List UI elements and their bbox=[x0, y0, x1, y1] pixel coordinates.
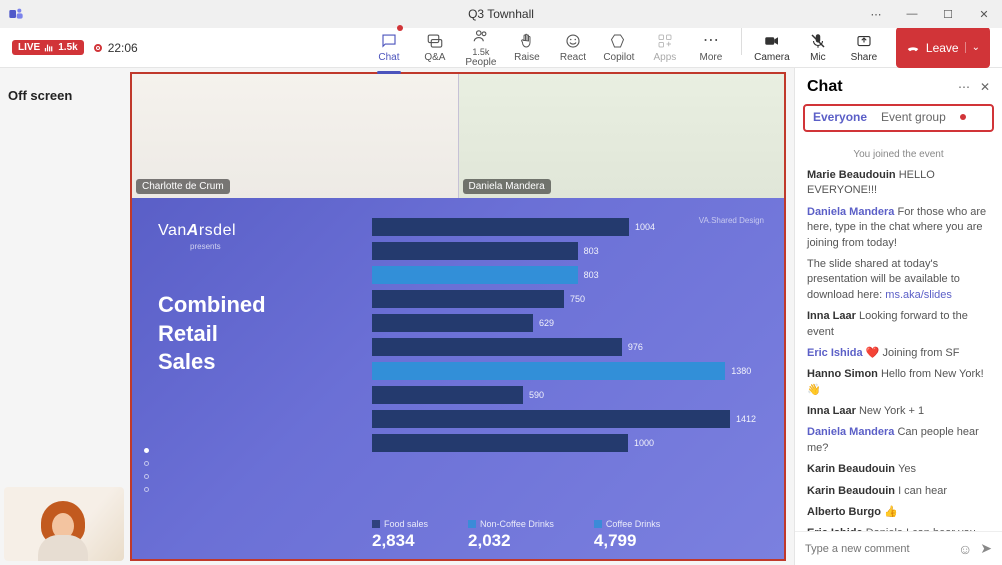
hand-icon bbox=[518, 32, 536, 50]
copilot-button[interactable]: Copilot bbox=[597, 27, 641, 68]
share-icon bbox=[855, 32, 873, 50]
chat-input[interactable] bbox=[805, 543, 950, 555]
chat-badge-icon bbox=[397, 25, 403, 31]
window-controls: ⋯ — ☐ ✕ bbox=[858, 0, 1002, 28]
leave-chevron-icon[interactable]: ⌄ bbox=[965, 42, 980, 53]
chat-input-row: ☺ ➤ bbox=[795, 531, 1002, 565]
hangup-icon bbox=[906, 41, 920, 55]
participant-name: Daniela Mandera bbox=[463, 179, 551, 194]
emoji-icon[interactable]: ☺ bbox=[958, 541, 972, 557]
camera-icon bbox=[763, 32, 781, 50]
live-badge: LIVE 1.5k bbox=[12, 40, 84, 55]
offscreen-label: Off screen bbox=[8, 88, 122, 103]
smile-icon bbox=[564, 32, 582, 50]
teams-logo-icon bbox=[8, 6, 24, 22]
chat-panel: Chat ⋯ ✕ Everyone Event group You joined… bbox=[794, 68, 1002, 565]
chat-title: Chat bbox=[807, 78, 958, 96]
send-icon[interactable]: ➤ bbox=[980, 540, 992, 557]
qa-icon bbox=[426, 32, 444, 50]
recording-icon bbox=[94, 44, 102, 52]
participant-video[interactable]: Charlotte de Crum bbox=[132, 74, 458, 198]
more-button[interactable]: ⋯ More bbox=[689, 27, 733, 68]
more-window-icon[interactable]: ⋯ bbox=[858, 0, 894, 28]
chat-toolbar-button[interactable]: Chat bbox=[367, 27, 411, 68]
chat-tab-event-group[interactable]: Event group bbox=[881, 110, 946, 124]
people-icon bbox=[472, 27, 490, 45]
raise-hand-button[interactable]: Raise bbox=[505, 27, 549, 68]
unread-dot-icon bbox=[960, 114, 966, 120]
mic-button[interactable]: Mic bbox=[796, 27, 840, 68]
people-toolbar-button[interactable]: 1.5k People bbox=[459, 27, 503, 68]
chat-close-icon[interactable]: ✕ bbox=[980, 80, 990, 94]
chat-more-icon[interactable]: ⋯ bbox=[958, 80, 970, 94]
apps-icon bbox=[656, 32, 674, 50]
chat-tabs-highlight: Everyone Event group bbox=[803, 104, 994, 132]
close-icon[interactable]: ✕ bbox=[966, 0, 1002, 28]
chat-tab-everyone[interactable]: Everyone bbox=[813, 110, 867, 124]
window-title: Q3 Townhall bbox=[468, 7, 534, 21]
main-stage: Charlotte de Crum Daniela Mandera VanArs… bbox=[130, 68, 794, 565]
chat-icon bbox=[380, 32, 398, 50]
chat-messages[interactable]: You joined the eventMarie Beaudouin HELL… bbox=[795, 138, 1002, 531]
participant-video[interactable]: Daniela Mandera bbox=[459, 74, 785, 198]
copilot-icon bbox=[610, 32, 628, 50]
participant-name: Charlotte de Crum bbox=[136, 179, 230, 194]
offscreen-panel: Off screen bbox=[0, 68, 130, 565]
react-button[interactable]: React bbox=[551, 27, 595, 68]
toolbar-divider bbox=[741, 27, 742, 55]
recording-time: 22:06 bbox=[108, 41, 138, 55]
more-icon: ⋯ bbox=[703, 32, 719, 50]
self-video[interactable] bbox=[4, 487, 124, 561]
signal-icon bbox=[44, 43, 54, 53]
share-button[interactable]: Share bbox=[842, 27, 886, 68]
leave-button[interactable]: Leave ⌄ bbox=[896, 27, 990, 68]
maximize-icon[interactable]: ☐ bbox=[930, 0, 966, 28]
titlebar: Q3 Townhall ⋯ — ☐ ✕ bbox=[0, 0, 1002, 28]
slide-legend: Food sales2,834Non-Coffee Drinks2,032Cof… bbox=[372, 519, 756, 551]
mic-muted-icon bbox=[809, 32, 827, 50]
meeting-toolbar: LIVE 1.5k 22:06 Chat Q&A 1.5k People Rai… bbox=[0, 28, 1002, 68]
slide-nav-dots bbox=[144, 448, 149, 492]
camera-button[interactable]: Camera bbox=[750, 27, 794, 68]
slide-chart: 1004803803750629976138059014121000 bbox=[372, 218, 756, 511]
apps-button[interactable]: Apps bbox=[643, 27, 687, 68]
qa-toolbar-button[interactable]: Q&A bbox=[413, 27, 457, 68]
shared-slide: VanArsdel presents VA.Shared Design Comb… bbox=[132, 198, 784, 559]
minimize-icon[interactable]: — bbox=[894, 0, 930, 28]
